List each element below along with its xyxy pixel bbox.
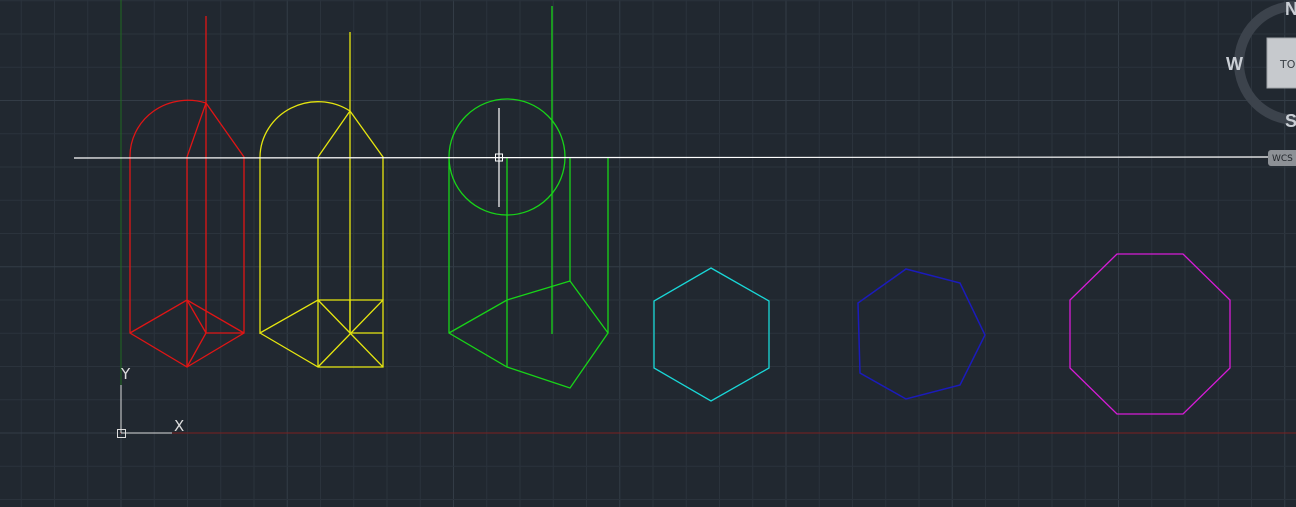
red-prism[interactable] [129,16,245,368]
drawing-grid [0,0,1296,507]
compass-west-label[interactable]: W [1226,54,1243,74]
ucs-y-label: Y [120,365,131,383]
green-prism[interactable] [448,6,609,389]
compass-south-label[interactable]: S [1285,111,1296,131]
compass-north-label[interactable]: N [1285,0,1296,19]
cyan-hexagon[interactable] [653,267,770,402]
wcs-label: WCS [1272,154,1293,164]
crosshair-cursor [73,108,1271,207]
ucs-icon: Y X [117,365,184,438]
model-space-viewport[interactable]: Y X TO N W S WCS [0,0,1296,507]
magenta-octagon[interactable] [1069,253,1231,415]
yellow-prism[interactable] [259,32,384,368]
viewcube[interactable]: TO N W S WCS [1226,0,1296,166]
ucs-x-label: X [174,417,184,435]
blue-heptagon[interactable] [857,268,986,400]
viewcube-face-label: TO [1279,58,1296,71]
